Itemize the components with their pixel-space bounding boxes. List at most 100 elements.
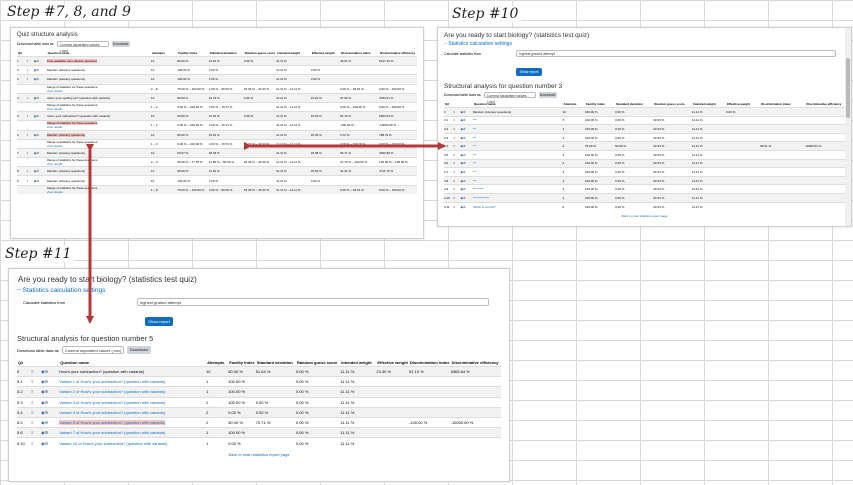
question-name[interactable]: *** <box>473 179 477 183</box>
question-name[interactable]: *** <box>473 153 477 157</box>
question-name[interactable]: Variant 7 of How's your subtraction? (qu… <box>59 430 165 435</box>
cell-sd: 0.00 % – 50.00 % <box>208 187 233 192</box>
question-name[interactable]: Variant 10 of How's your subtraction? (q… <box>59 441 167 446</box>
edit-icon[interactable]: ⚙ <box>36 179 39 183</box>
question-type-icon: ≡ <box>453 169 456 174</box>
cell-de <box>451 407 501 417</box>
download-format-select[interactable]: Comma separated values (.csv) <box>483 92 536 104</box>
edit-icon[interactable]: ⚙ <box>45 369 49 374</box>
collapse-icon[interactable]: − <box>444 41 447 47</box>
scrollbar[interactable] <box>845 28 851 226</box>
edit-icon[interactable]: ⚙ <box>36 151 39 155</box>
download-format-select[interactable]: Comma separated values (.csv) <box>61 346 124 354</box>
column-header[interactable] <box>31 359 41 367</box>
collapse-icon[interactable]: − <box>17 287 21 294</box>
edit-icon[interactable]: ⚙ <box>463 144 466 148</box>
download-button[interactable]: Download <box>538 92 557 98</box>
edit-icon[interactable]: ⚙ <box>36 114 39 118</box>
question-name: Random (Literacy questions) <box>46 68 86 73</box>
question-name[interactable]: *** <box>473 127 477 131</box>
edit-icon[interactable]: ⚙ <box>36 96 39 100</box>
edit-icon[interactable]: ⚙ <box>45 400 49 405</box>
edit-icon[interactable]: ⚙ <box>36 68 39 72</box>
column-header[interactable]: Q# <box>17 359 31 367</box>
edit-icon[interactable]: ⚙ <box>36 77 39 81</box>
cell-ew <box>376 438 409 448</box>
cell-de: -10000.00 % <box>450 420 474 426</box>
download-button[interactable]: Download <box>126 346 151 354</box>
edit-icon[interactable]: ⚙ <box>36 59 39 63</box>
edit-icon[interactable]: ⚙ <box>463 153 466 157</box>
question-name[interactable]: *** <box>473 170 477 174</box>
edit-icon[interactable]: ⚙ <box>45 379 49 384</box>
question-name[interactable]: Which is correct? <box>473 205 496 209</box>
cell-rg: 33.33 % <box>653 204 665 209</box>
edit-icon[interactable]: ⚙ <box>463 179 466 183</box>
cell-ew: 0.00 % <box>726 109 736 114</box>
calc-from-select[interactable]: highest graded attempt <box>516 50 836 57</box>
column-header[interactable]: Discriminative efficiency <box>451 359 501 367</box>
calc-from-select[interactable]: highest graded attempt <box>137 298 489 306</box>
view-details-link[interactable]: View details <box>47 144 63 148</box>
question-name[interactable]: Variant 4 of How's your subtraction? (qu… <box>59 410 165 415</box>
back-to-report-link[interactable]: Back to main statistics report page <box>622 214 668 218</box>
column-header[interactable] <box>41 359 59 367</box>
question-name[interactable]: *** <box>473 144 477 148</box>
back-to-report-link[interactable]: Back to main statistics report page <box>228 452 289 457</box>
question-name[interactable]: Variant 1 of How's your subtraction? (qu… <box>59 379 165 384</box>
column-header[interactable]: Random guess score <box>296 359 340 367</box>
edit-icon[interactable]: ⚙ <box>463 196 466 200</box>
view-details-link[interactable]: View details <box>47 89 63 93</box>
view-details-link[interactable]: View details <box>47 162 63 166</box>
question-name[interactable]: ************** <box>473 196 489 200</box>
question-name: How's your spelling up? (question with v… <box>46 95 110 100</box>
edit-icon[interactable]: ⚙ <box>463 136 466 140</box>
question-name[interactable]: Variant 5 of How's your subtraction? (qu… <box>59 420 166 426</box>
cell-ew: 23.20 % <box>310 95 322 100</box>
edit-icon[interactable]: ⚙ <box>463 127 466 131</box>
question-name[interactable]: *** <box>473 136 477 140</box>
question-name[interactable]: Variant 3 of How's your subtraction? (qu… <box>59 400 165 405</box>
view-details-link[interactable]: View details <box>47 190 63 194</box>
edit-icon[interactable]: ⚙ <box>45 420 49 425</box>
column-header[interactable]: Effective weight <box>376 359 409 367</box>
cell-rg: 33.33 % – 33.33 % <box>243 160 270 165</box>
edit-icon[interactable]: ⚙ <box>45 389 49 394</box>
edit-icon[interactable]: ⚙ <box>463 170 466 174</box>
edit-icon[interactable]: ⚙ <box>463 110 466 114</box>
cell-de <box>451 438 501 448</box>
download-format-select[interactable]: Comma separated values (.csv) <box>56 41 109 53</box>
question-name[interactable]: *** <box>473 161 477 165</box>
edit-icon[interactable]: ⚙ <box>463 118 466 122</box>
cell-di: 66.61 % <box>760 144 772 149</box>
view-details-link[interactable]: View details <box>47 107 63 111</box>
edit-icon[interactable]: ⚙ <box>463 187 466 191</box>
download-button[interactable]: Download <box>111 41 130 47</box>
question-type-icon: ≡ <box>31 379 34 385</box>
column-header[interactable]: Discrimination index <box>409 359 451 367</box>
view-details-link[interactable]: View details <box>47 125 63 129</box>
edit-icon[interactable]: ⚙ <box>463 205 466 209</box>
column-header[interactable]: Question name <box>59 359 206 367</box>
show-report-button[interactable]: Show report <box>516 68 542 76</box>
edit-icon[interactable]: ⚙ <box>463 161 466 165</box>
calc-settings-link[interactable]: Statistics calculation settings <box>448 41 512 47</box>
column-header[interactable]: Intended weight <box>340 359 376 367</box>
edit-icon[interactable]: ⚙ <box>45 430 49 435</box>
cell-sd: 0.00 % – 50.00 % <box>208 86 233 91</box>
question-name[interactable]: Variant 2 of How's your subtraction? (qu… <box>59 389 165 394</box>
table-row: 4 ≡ ◉ ⚙ How's your spelling up? (question w… <box>17 93 417 103</box>
column-header[interactable]: Attempts <box>206 359 228 367</box>
show-report-button[interactable]: Show report <box>145 317 173 326</box>
question-name[interactable]: *** <box>473 118 477 122</box>
question3-analysis-panel: Are you ready to start biology? (statist… <box>437 27 852 227</box>
edit-icon[interactable]: ⚙ <box>45 441 49 446</box>
edit-icon[interactable]: ⚙ <box>36 169 39 173</box>
question-name[interactable]: ********* <box>473 187 484 191</box>
edit-icon[interactable]: ⚙ <box>45 410 49 415</box>
edit-icon[interactable]: ⚙ <box>36 133 39 137</box>
column-header[interactable]: Standard deviation <box>256 359 296 367</box>
column-header[interactable]: Facility index <box>228 359 256 367</box>
question-type-icon: ≡ <box>453 152 456 157</box>
calc-settings-link[interactable]: Statistics calculation settings <box>23 287 106 294</box>
